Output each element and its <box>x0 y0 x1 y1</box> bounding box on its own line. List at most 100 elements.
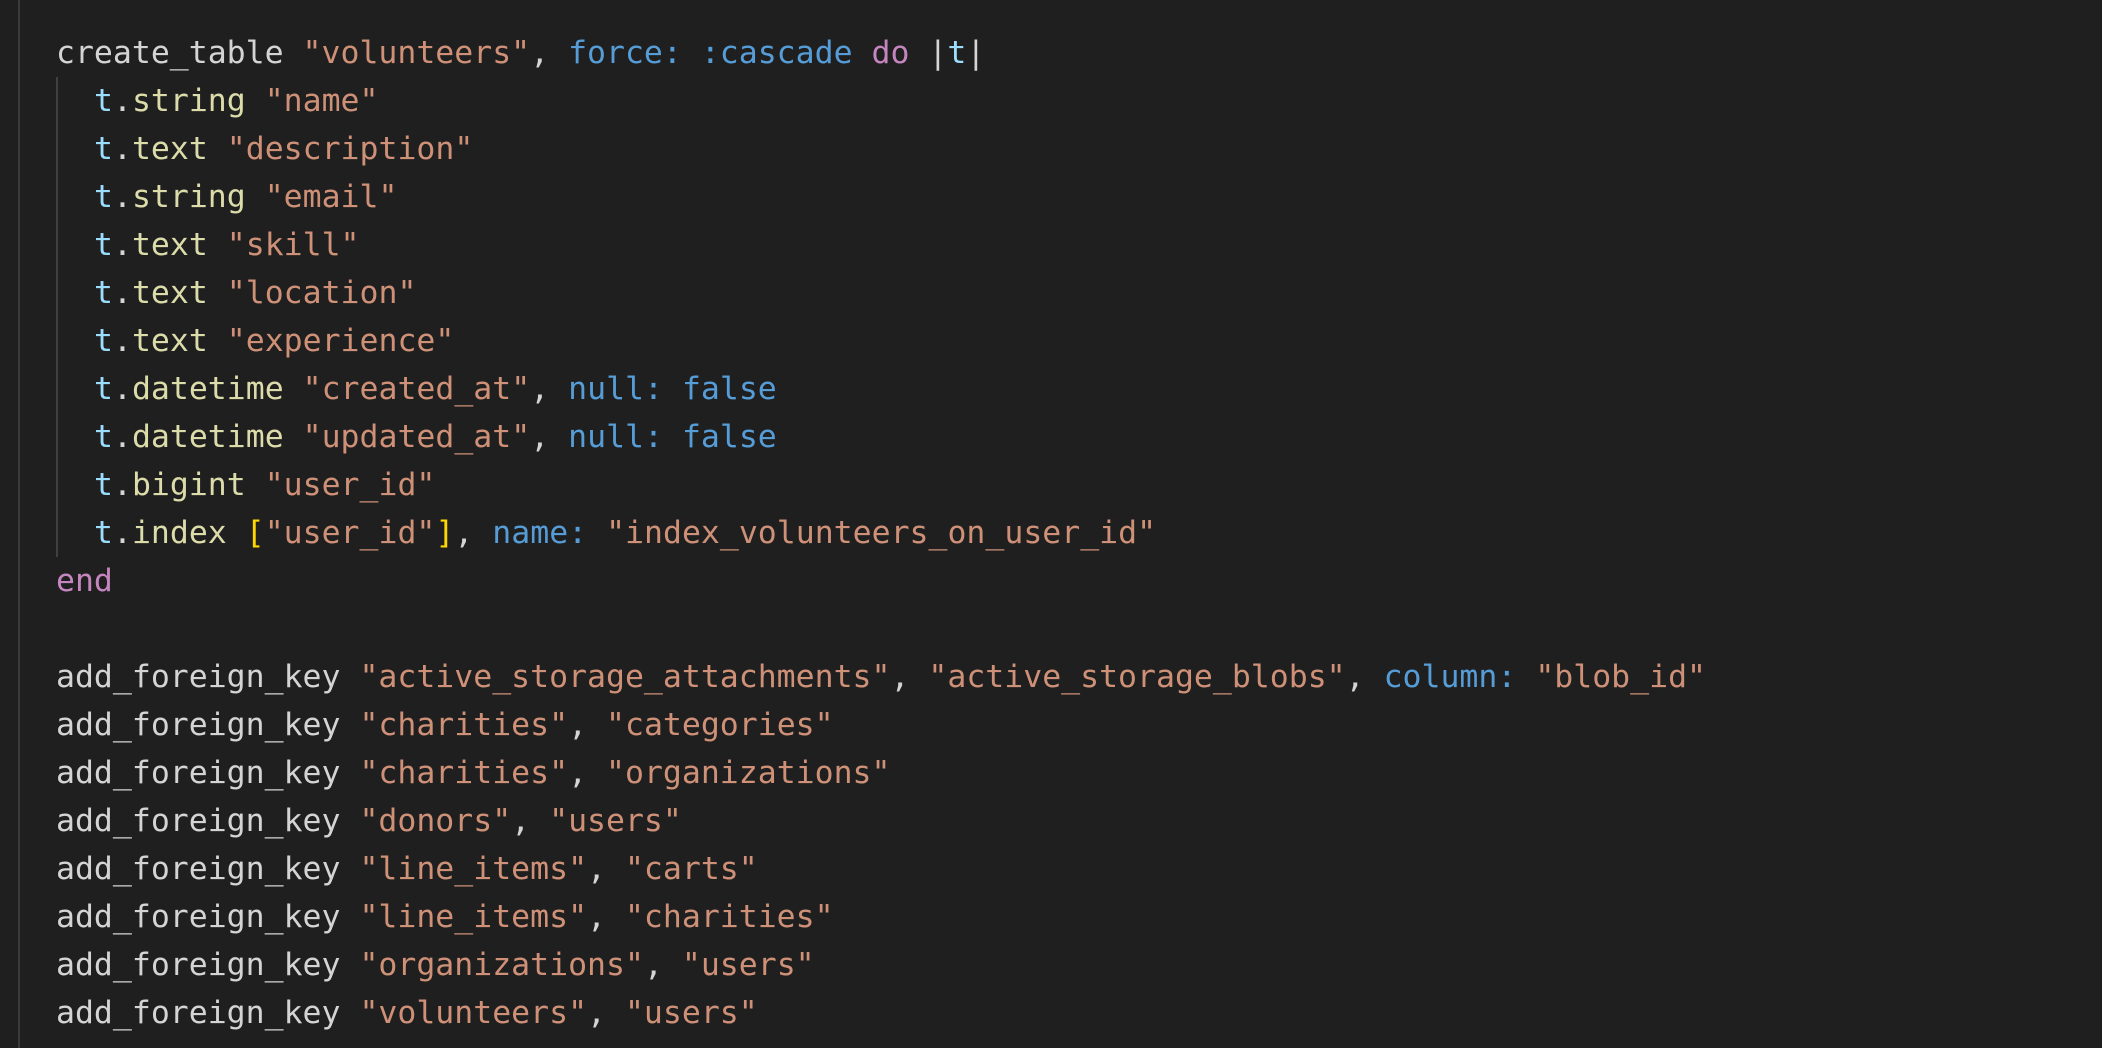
foreign-key-method: add_foreign_key <box>56 899 341 935</box>
from-table: "line_items" <box>359 899 588 935</box>
code-line-column[interactable]: t.text "experience" <box>56 317 1706 365</box>
column-name: "description" <box>226 131 474 167</box>
code-line-column[interactable]: t.text "location" <box>56 269 1706 317</box>
code-line-create-table[interactable]: create_table "volunteers", force: :casca… <box>56 29 1706 77</box>
option-value: :cascade <box>700 35 853 71</box>
comma: , <box>587 995 606 1031</box>
comma: , <box>587 851 606 887</box>
option-key: name: <box>492 515 588 551</box>
dot: . <box>112 515 132 551</box>
code-line-column[interactable]: t.string "email" <box>56 173 1706 221</box>
code-line-foreign-key[interactable]: add_foreign_key "organizations", "users" <box>56 941 1706 989</box>
table-name-string: "volunteers" <box>302 35 531 71</box>
comma: , <box>568 707 588 743</box>
indent-guide <box>56 77 58 557</box>
block-pipe-close: | <box>966 35 986 71</box>
column-name: "skill" <box>226 227 360 263</box>
code-line-column[interactable]: t.text "description" <box>56 125 1706 173</box>
to-table: "organizations" <box>606 755 891 791</box>
from-table: "active_storage_attachments" <box>359 659 891 695</box>
code-line-blank[interactable] <box>56 605 1706 653</box>
code-line-foreign-key[interactable]: add_foreign_key "line_items", "charities… <box>56 893 1706 941</box>
column-name: "email" <box>264 179 398 215</box>
index-method: index <box>131 515 227 551</box>
column-type: string <box>131 179 246 215</box>
from-table: "organizations" <box>359 947 644 983</box>
foreign-key-method: add_foreign_key <box>56 947 341 983</box>
dot: . <box>112 227 132 263</box>
to-table: "charities" <box>624 899 834 935</box>
comma: , <box>454 515 474 551</box>
bracket-close: ] <box>435 515 455 551</box>
column-name: "experience" <box>226 323 455 359</box>
column-type: datetime <box>131 371 284 407</box>
dot: . <box>112 419 132 455</box>
option-key: force: <box>568 35 682 71</box>
create-table-method: create_table <box>56 35 284 71</box>
column-var: t <box>94 515 113 551</box>
foreign-key-method: add_foreign_key <box>56 707 341 743</box>
option-value: false <box>681 371 777 407</box>
column-var: t <box>94 179 113 215</box>
foreign-key-method: add_foreign_key <box>56 851 341 887</box>
column-name: "created_at" <box>302 371 531 407</box>
code-line-foreign-key[interactable]: add_foreign_key "line_items", "carts" <box>56 845 1706 893</box>
to-table: "users" <box>549 803 682 839</box>
column-var: t <box>94 131 113 167</box>
foreign-key-method: add_foreign_key <box>56 995 341 1031</box>
code-line-column[interactable]: t.string "name" <box>56 77 1706 125</box>
column-var: t <box>94 323 113 359</box>
dot: . <box>112 83 132 119</box>
column-var: t <box>94 227 113 263</box>
column-type: text <box>131 275 208 311</box>
column-var: t <box>94 275 113 311</box>
option-value: false <box>681 419 777 455</box>
column-type: text <box>131 227 208 263</box>
column-type: string <box>131 83 246 119</box>
comma: , <box>530 371 550 407</box>
code-editor[interactable]: create_table "volunteers", force: :casca… <box>0 0 2102 1048</box>
from-table: "charities" <box>359 755 569 791</box>
column-type: text <box>131 131 208 167</box>
index-name: "index_volunteers_on_user_id" <box>606 515 1157 551</box>
code-line-foreign-key[interactable]: add_foreign_key "active_storage_attachme… <box>56 653 1706 701</box>
code-line-foreign-key[interactable]: add_foreign_key "charities", "categories… <box>56 701 1706 749</box>
code-line-foreign-key[interactable]: add_foreign_key "donors", "users" <box>56 797 1706 845</box>
code-line-column[interactable]: t.text "skill" <box>56 221 1706 269</box>
from-table: "donors" <box>359 803 512 839</box>
dot: . <box>112 131 132 167</box>
code-line-column[interactable]: t.datetime "updated_at", null: false <box>56 413 1706 461</box>
code-line-end[interactable]: end <box>56 557 1706 605</box>
option-key: column: <box>1383 659 1517 695</box>
column-var: t <box>94 467 113 503</box>
dot: . <box>112 275 132 311</box>
column-name: "user_id" <box>264 467 436 503</box>
foreign-key-method: add_foreign_key <box>56 659 341 695</box>
bracket-open: [ <box>245 515 265 551</box>
code-block[interactable]: create_table "volunteers", force: :casca… <box>56 29 1706 1037</box>
block-variable: t <box>947 35 967 71</box>
comma: , <box>568 755 588 791</box>
block-pipe-open: | <box>928 35 948 71</box>
comma: , <box>530 419 550 455</box>
code-line-foreign-key[interactable]: add_foreign_key "charities", "organizati… <box>56 749 1706 797</box>
do-keyword: do <box>871 35 910 71</box>
to-table: "carts" <box>624 851 758 887</box>
index-column: "user_id" <box>264 515 436 551</box>
to-table: "users" <box>624 995 758 1031</box>
code-line-foreign-key[interactable]: add_foreign_key "volunteers", "users" <box>56 989 1706 1037</box>
from-table: "volunteers" <box>359 995 588 1031</box>
code-line-index[interactable]: t.index ["user_id"], name: "index_volunt… <box>56 509 1706 557</box>
dot: . <box>112 179 132 215</box>
from-table: "line_items" <box>359 851 588 887</box>
comma: , <box>890 659 910 695</box>
option-key: null: <box>568 419 663 455</box>
comma: , <box>587 899 606 935</box>
code-line-column[interactable]: t.bigint "user_id" <box>56 461 1706 509</box>
dot: . <box>112 371 132 407</box>
code-line-column[interactable]: t.datetime "created_at", null: false <box>56 365 1706 413</box>
from-table: "charities" <box>359 707 569 743</box>
option-key: null: <box>568 371 663 407</box>
to-table: "users" <box>681 947 815 983</box>
option-value: "blob_id" <box>1535 659 1706 695</box>
